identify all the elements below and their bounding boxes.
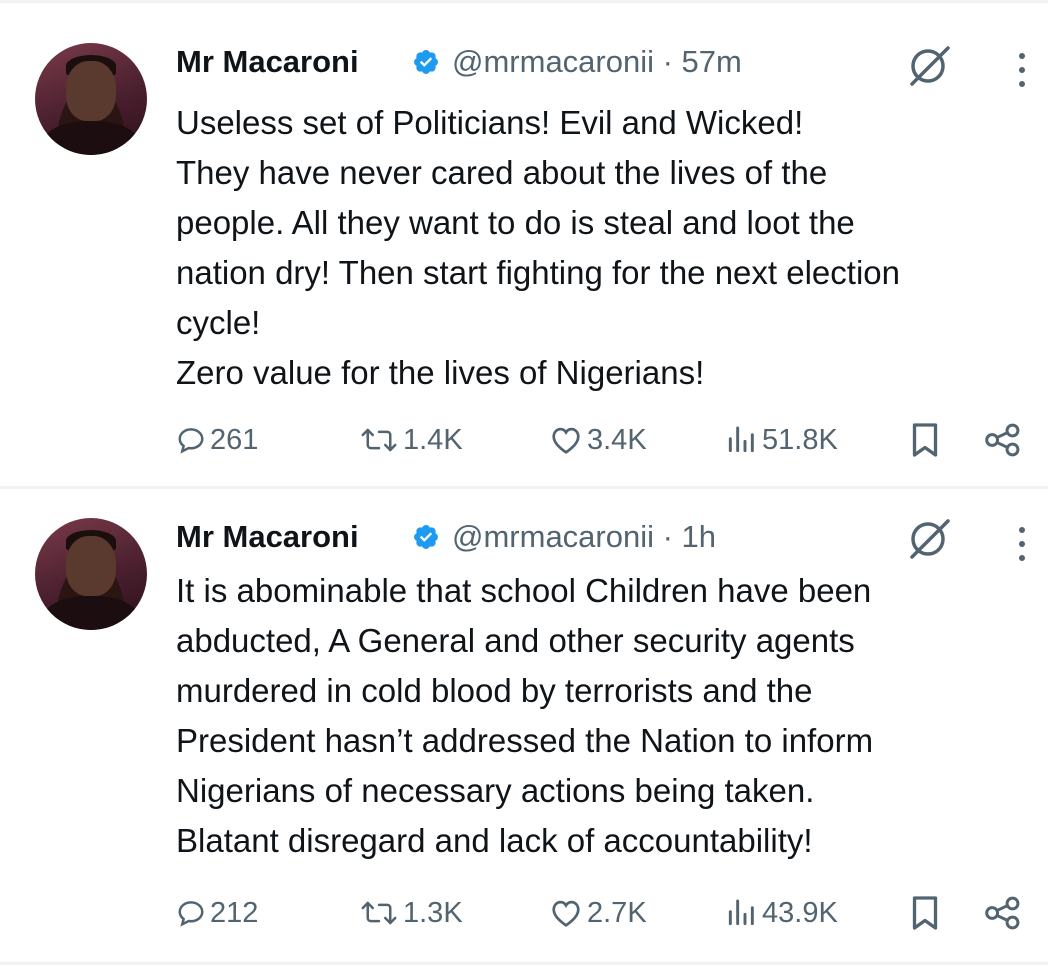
avatar[interactable] xyxy=(35,518,147,630)
repost-count: 1.4K xyxy=(403,423,463,456)
grok-icon[interactable] xyxy=(904,44,954,88)
bookmark-button[interactable] xyxy=(910,888,940,938)
author-handle-time[interactable]: @mrmacaronii · 1h xyxy=(452,519,716,555)
repost-icon xyxy=(361,428,397,452)
views-count: 43.9K xyxy=(762,896,838,929)
tweet-text-line: abducted, A General and other security a… xyxy=(176,622,855,659)
top-divider xyxy=(0,0,1048,3)
action-bar: 212 1.3K 2.7K 43.9K xyxy=(176,888,1036,938)
tweet-text-line: Useless set of Politicians! Evil and Wic… xyxy=(176,104,804,141)
share-button[interactable] xyxy=(984,415,1022,465)
reply-icon xyxy=(178,901,204,927)
views-button[interactable]: 43.9K xyxy=(724,888,838,938)
tweet-text-line: Nigerians of necessary actions being tak… xyxy=(176,772,815,809)
share-button[interactable] xyxy=(984,888,1022,938)
more-icon[interactable] xyxy=(1010,50,1034,90)
author-name[interactable]: Mr Macaroni xyxy=(176,44,359,80)
verified-badge-icon xyxy=(414,50,438,74)
share-icon xyxy=(985,423,1020,457)
tweet-text-line: cycle! xyxy=(176,304,261,341)
like-button[interactable]: 2.7K xyxy=(549,888,647,938)
repost-count: 1.3K xyxy=(403,896,463,929)
reply-count: 261 xyxy=(210,423,259,456)
tweet-text-line: It is abominable that school Children ha… xyxy=(176,572,872,609)
repost-button[interactable]: 1.3K xyxy=(359,888,463,938)
reply-count: 212 xyxy=(210,896,259,929)
share-icon xyxy=(985,896,1020,930)
tweet-text-line: Zero value for the lives of Nigerians! xyxy=(176,354,705,391)
like-count: 3.4K xyxy=(587,423,647,456)
tweet[interactable]: Mr Macaroni @mrmacaronii · 57m Useless s… xyxy=(0,8,1048,478)
tweet-text-line: nation dry! Then start fighting for the … xyxy=(176,254,900,291)
grok-icon[interactable] xyxy=(904,517,954,561)
tweet-text-line: Blatant disregard and lack of accountabi… xyxy=(176,822,813,859)
repost-button[interactable]: 1.4K xyxy=(359,415,463,465)
action-bar: 261 1.4K 3.4K 51.8K xyxy=(176,415,1036,465)
reply-button[interactable]: 261 xyxy=(176,415,258,465)
more-icon[interactable] xyxy=(1010,524,1034,564)
tweet-text-line: They have never cared about the lives of… xyxy=(176,154,828,191)
like-button[interactable]: 3.4K xyxy=(549,415,647,465)
tweet[interactable]: Mr Macaroni @mrmacaronii · 1h It is abom… xyxy=(0,486,1048,956)
like-icon xyxy=(552,900,580,927)
like-icon xyxy=(552,427,580,454)
views-count: 51.8K xyxy=(762,423,838,456)
bookmark-icon xyxy=(912,423,938,457)
tweet-text: It is abominable that school Children ha… xyxy=(176,566,1036,866)
repost-icon xyxy=(361,901,397,925)
tweet-text-line: President hasn’t addressed the Nation to… xyxy=(176,722,874,759)
tweet-divider xyxy=(0,962,1048,965)
views-icon xyxy=(728,426,754,453)
tweet-text: Useless set of Politicians! Evil and Wic… xyxy=(176,98,1036,398)
bookmark-icon xyxy=(912,896,938,930)
views-button[interactable]: 51.8K xyxy=(724,415,838,465)
tweet-text-line: murdered in cold blood by terrorists and… xyxy=(176,672,813,709)
tweet-text-line: people. All they want to do is steal and… xyxy=(176,204,855,241)
like-count: 2.7K xyxy=(587,896,647,929)
verified-badge-icon xyxy=(414,525,438,549)
reply-button[interactable]: 212 xyxy=(176,888,258,938)
author-handle-time[interactable]: @mrmacaronii · 57m xyxy=(452,44,742,80)
reply-icon xyxy=(178,428,204,454)
bookmark-button[interactable] xyxy=(910,415,940,465)
avatar[interactable] xyxy=(35,43,147,155)
author-name[interactable]: Mr Macaroni xyxy=(176,519,359,555)
views-icon xyxy=(728,899,754,926)
